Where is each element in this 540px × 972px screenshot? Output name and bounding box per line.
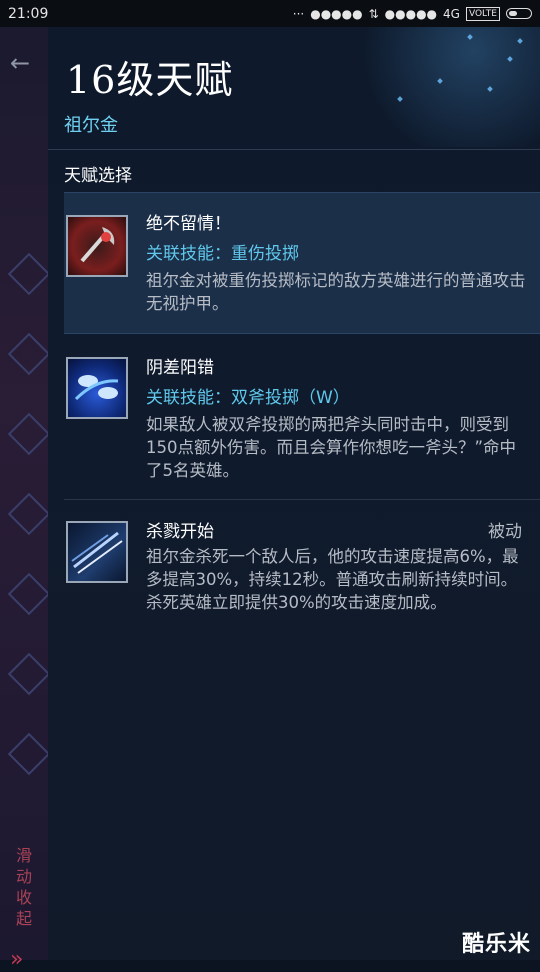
back-arrow-icon[interactable]: ← xyxy=(10,49,30,77)
talent-related-skill: 关联技能：重伤投掷 xyxy=(146,244,299,264)
more-dots-icon: ··· xyxy=(292,6,305,21)
talent-related-skill: 关联技能：双斧投掷（W） xyxy=(146,388,350,408)
status-bar: 21:09 ··· ●●●●● ⇅ ●●●●● 4G VOLTE xyxy=(0,0,540,27)
hex-level-icon xyxy=(7,492,51,536)
talent-option-2[interactable]: 阴差阳错 关联技能：双斧投掷（W） 如果敌人被双斧投掷的两把斧头同时击中，则受到… xyxy=(64,345,540,495)
swipe-collapse-hint[interactable]: 滑动收起 xyxy=(14,845,34,929)
twin-axes-blue-icon xyxy=(66,357,128,419)
axe-red-icon xyxy=(66,215,128,277)
volte-badge: VOLTE xyxy=(465,6,500,21)
watermark-logo: 酷乐米 xyxy=(462,932,532,957)
talent-option-3[interactable]: 杀戮开始 被动 祖尔金杀死一个敌人后，他的攻击速度提高6%，最多提高30%，持续… xyxy=(64,509,540,679)
background-talent-column: ← 滑动收起 » xyxy=(0,27,51,972)
talent-divider xyxy=(64,499,540,500)
talent-name: 杀戮开始 xyxy=(146,522,214,542)
data-transfer-icon: ⇅ xyxy=(368,6,379,21)
signal-strength-icon-1: ●●●●● xyxy=(310,6,363,21)
status-icons: ··· ●●●●● ⇅ ●●●●● 4G VOLTE xyxy=(292,6,532,21)
decorative-sparkles xyxy=(318,27,540,147)
section-label: 天赋选择 xyxy=(64,166,132,186)
talent-option-1[interactable]: 绝不留情！ 关联技能：重伤投掷 祖尔金对被重伤投掷标记的敌方英雄进行的普通攻击无… xyxy=(64,192,540,334)
clock: 21:09 xyxy=(8,5,49,22)
talent-name: 阴差阳错 xyxy=(146,358,214,378)
header-divider xyxy=(48,149,540,150)
network-type: 4G xyxy=(443,6,460,21)
battery-icon xyxy=(506,8,532,19)
page-title: 16级天赋 xyxy=(66,58,234,102)
hex-level-icon xyxy=(7,732,51,776)
hex-level-icon xyxy=(7,332,51,376)
hex-level-icon xyxy=(7,412,51,456)
hex-level-icon xyxy=(7,252,51,296)
talent-panel: 16级天赋 祖尔金 天赋选择 绝不留情！ 关联技能：重伤投掷 祖尔金对被重伤投掷… xyxy=(48,27,540,960)
hex-level-icon xyxy=(7,652,51,696)
blades-icon xyxy=(66,521,128,583)
talent-description: 祖尔金对被重伤投掷标记的敌方英雄进行的普通攻击无视护甲。 xyxy=(146,271,526,313)
talent-description: 祖尔金杀死一个敌人后，他的攻击速度提高6%，最多提高30%，持续12秒。普通攻击… xyxy=(146,547,519,612)
hero-name: 祖尔金 xyxy=(64,115,118,136)
talent-name: 绝不留情！ xyxy=(146,214,231,234)
signal-strength-icon-2: ●●●●● xyxy=(384,6,438,21)
talent-description: 如果敌人被双斧投掷的两把斧头同时击中，则受到150点额外伤害。而且会算作你想吃一… xyxy=(146,415,517,480)
talent-type-tag: 被动 xyxy=(488,522,522,542)
hex-level-icon xyxy=(7,572,51,616)
